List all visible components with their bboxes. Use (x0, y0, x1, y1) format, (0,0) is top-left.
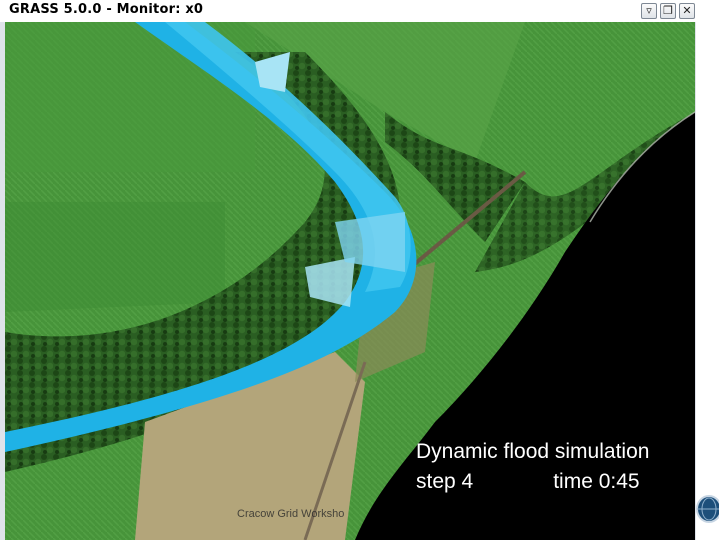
simulation-caption: Dynamic flood simulation step 4 time 0:45 (416, 437, 649, 497)
window-border (696, 22, 720, 540)
caption-title: Dynamic flood simulation (416, 440, 650, 463)
footer-text: Cracow Grid Worksho (237, 508, 345, 520)
maximize-icon[interactable]: ❐ (660, 3, 676, 19)
globe-icon (696, 495, 719, 523)
window-title: GRASS 5.0.0 - Monitor: x0 (9, 2, 204, 17)
time-label: time 0:45 (553, 470, 640, 493)
chevron-down-icon[interactable]: ▿ (641, 3, 657, 19)
window-titlebar[interactable]: GRASS 5.0.0 - Monitor: x0 ▿ ❐ ✕ (0, 0, 720, 23)
close-icon[interactable]: ✕ (679, 3, 695, 19)
step-label: step 4 (416, 470, 474, 493)
